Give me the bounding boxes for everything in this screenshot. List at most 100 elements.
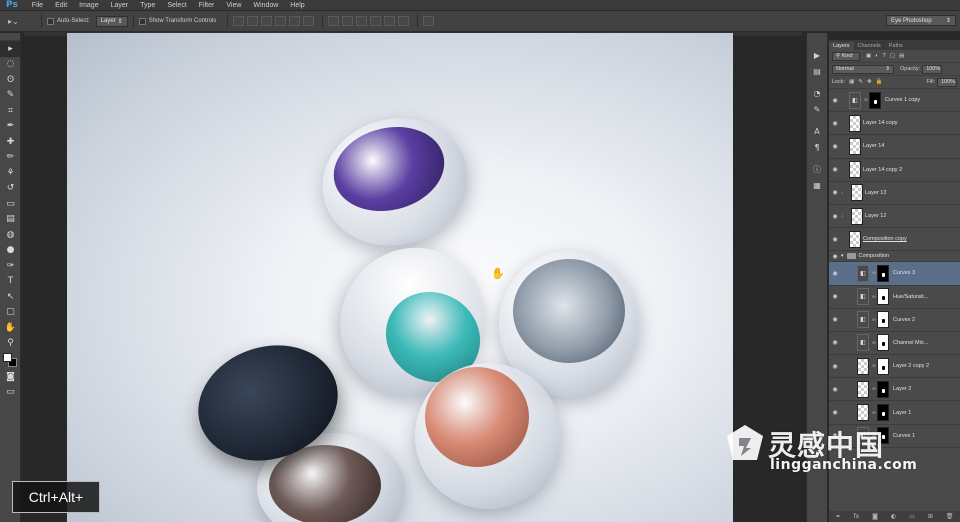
layer-row[interactable]: ◉ ↓ Layer 13: [829, 182, 960, 205]
menu-select[interactable]: Select: [161, 2, 192, 9]
tab-channels[interactable]: Channels: [854, 42, 885, 50]
layer-row[interactable]: ◉ ◧ ∞ Channel Mix...: [829, 332, 960, 356]
align-left-button[interactable]: [275, 16, 287, 26]
mask-icon[interactable]: ◙: [872, 513, 878, 520]
lock-icons[interactable]: ▦✎✥🔒: [849, 79, 886, 85]
history-icon[interactable]: ▤: [807, 63, 827, 79]
type-icon[interactable]: T: [0, 274, 21, 290]
auto-align-button[interactable]: [423, 16, 435, 26]
show-transform-checkbox[interactable]: [138, 17, 146, 25]
pen-icon[interactable]: ✑: [0, 258, 21, 274]
character-icon[interactable]: A: [807, 123, 827, 139]
adjustment-layer-icon[interactable]: ◧: [857, 288, 869, 306]
shape-icon[interactable]: ▢: [0, 305, 21, 321]
adjustment-layer-icon[interactable]: ◧: [857, 264, 869, 282]
layer-row[interactable]: ◉ ◧ ∞ Hue/Saturati...: [829, 286, 960, 309]
eye-icon[interactable]: ◉: [829, 270, 841, 277]
lasso-icon[interactable]: ʘ: [0, 72, 21, 88]
tab-layers[interactable]: Layers: [829, 42, 854, 50]
blur-icon[interactable]: ◍: [0, 227, 21, 243]
menu-view[interactable]: View: [220, 2, 247, 9]
layer-mask-thumbnail[interactable]: [877, 404, 889, 422]
clone-stamp-icon[interactable]: ⚘: [0, 165, 21, 181]
eye-icon[interactable]: ◉: [829, 339, 841, 346]
layer-mask-thumbnail[interactable]: [869, 91, 881, 109]
marquee-icon[interactable]: ◌: [0, 57, 21, 73]
eye-icon[interactable]: ◉: [829, 120, 841, 127]
toolbox-grip[interactable]: [0, 33, 20, 41]
workspace-dropdown[interactable]: Eye Photoshop ⇕: [886, 15, 956, 26]
layer-row[interactable]: ◉ Layer 14 copy: [829, 112, 960, 136]
eye-icon[interactable]: ◉: [829, 97, 841, 104]
adjustment-layer-icon[interactable]: ◧: [857, 311, 869, 329]
menu-edit[interactable]: Edit: [49, 2, 73, 9]
align-hcenter-button[interactable]: [289, 16, 301, 26]
eye-icon[interactable]: ◉: [829, 189, 841, 196]
quick-mask-icon[interactable]: ◙: [0, 369, 21, 385]
new-layer-icon[interactable]: ⊞: [928, 513, 933, 520]
eye-icon[interactable]: ◉: [829, 236, 841, 243]
brush-panel-icon[interactable]: ✎: [807, 101, 827, 117]
folder-icon[interactable]: ▭: [909, 513, 915, 520]
align-top-button[interactable]: [233, 16, 245, 26]
adjustment-layer-icon[interactable]: ◧: [849, 91, 861, 109]
layer-row[interactable]: ◉ ◧ ∞ Curves 2: [829, 309, 960, 332]
dodge-icon[interactable]: ●: [0, 243, 21, 259]
distribute-left-button[interactable]: [370, 16, 382, 26]
link-icon[interactable]: ⚭: [835, 513, 840, 520]
brush-icon[interactable]: ✏: [0, 150, 21, 166]
layer-thumbnail[interactable]: [849, 161, 861, 179]
layer-mask-thumbnail[interactable]: [877, 357, 889, 375]
zoom-icon[interactable]: ⚲: [0, 336, 21, 352]
eye-icon[interactable]: ◉: [829, 143, 841, 150]
distribute-top-button[interactable]: [328, 16, 340, 26]
foreground-color-swatch[interactable]: [3, 353, 12, 362]
eye-icon[interactable]: ◉: [829, 363, 841, 370]
filter-kind-dropdown[interactable]: ⚲ Kind: [832, 51, 860, 61]
menu-help[interactable]: Help: [284, 2, 310, 9]
adjustment-layer-icon[interactable]: ◧: [857, 334, 869, 352]
menu-image[interactable]: Image: [73, 2, 104, 9]
eraser-icon[interactable]: ▭: [0, 196, 21, 212]
history-brush-icon[interactable]: ↺: [0, 181, 21, 197]
layer-row[interactable]: ◉ Composition copy: [829, 228, 960, 252]
eye-icon[interactable]: ◉: [829, 213, 841, 220]
menu-layer[interactable]: Layer: [105, 2, 135, 9]
screen-mode-icon[interactable]: ▭: [0, 385, 21, 401]
healing-icon[interactable]: ✚: [0, 134, 21, 150]
layer-row[interactable]: ◉ ↓ Layer 12: [829, 205, 960, 229]
eye-icon[interactable]: ◉: [829, 409, 841, 416]
layer-mask-thumbnail[interactable]: [877, 264, 889, 282]
document-canvas[interactable]: ✋: [67, 33, 733, 522]
auto-select-checkbox[interactable]: [47, 17, 54, 25]
tab-paths[interactable]: Paths: [885, 42, 907, 50]
gradient-icon[interactable]: ▤: [0, 212, 21, 228]
layer-thumbnail[interactable]: [857, 404, 869, 422]
layer-thumbnail[interactable]: [849, 114, 861, 132]
eye-icon[interactable]: ◉: [829, 386, 841, 393]
blend-mode-dropdown[interactable]: Normal ⇕: [832, 64, 894, 74]
layer-thumbnail[interactable]: [857, 357, 869, 375]
play-icon[interactable]: ▶: [807, 47, 827, 63]
layer-thumbnail[interactable]: [857, 380, 869, 398]
fill-field[interactable]: 100%: [937, 77, 957, 87]
eye-icon[interactable]: ◉: [829, 166, 841, 173]
layer-thumbnail[interactable]: [851, 184, 863, 202]
layer-mask-thumbnail[interactable]: [877, 311, 889, 329]
layer-thumbnail[interactable]: [851, 207, 863, 225]
layer-thumbnail[interactable]: [849, 230, 861, 248]
layer-mask-thumbnail[interactable]: [877, 334, 889, 352]
layer-group-row[interactable]: ◉ ▾ Composition: [829, 251, 960, 263]
align-vcenter-button[interactable]: [247, 16, 259, 26]
menu-window[interactable]: Window: [247, 2, 284, 9]
info-icon[interactable]: ⓘ: [807, 161, 827, 177]
hand-icon[interactable]: ✋: [0, 320, 21, 336]
menu-filter[interactable]: Filter: [193, 2, 221, 9]
opacity-field[interactable]: 100%: [922, 64, 943, 74]
layer-row[interactable]: ◉ ◧ ∞ Curves 1 copy: [829, 89, 960, 113]
eye-icon[interactable]: ◉: [829, 253, 841, 260]
filter-type-icons[interactable]: ▣◐T▢▤: [866, 53, 908, 59]
layer-row[interactable]: ◉ ◧ ∞ Curves 3: [829, 262, 960, 286]
auto-select-dropdown[interactable]: Layer ⇕: [95, 15, 128, 27]
layer-row[interactable]: ◉ ∞ Layer 2 copy 2: [829, 355, 960, 379]
